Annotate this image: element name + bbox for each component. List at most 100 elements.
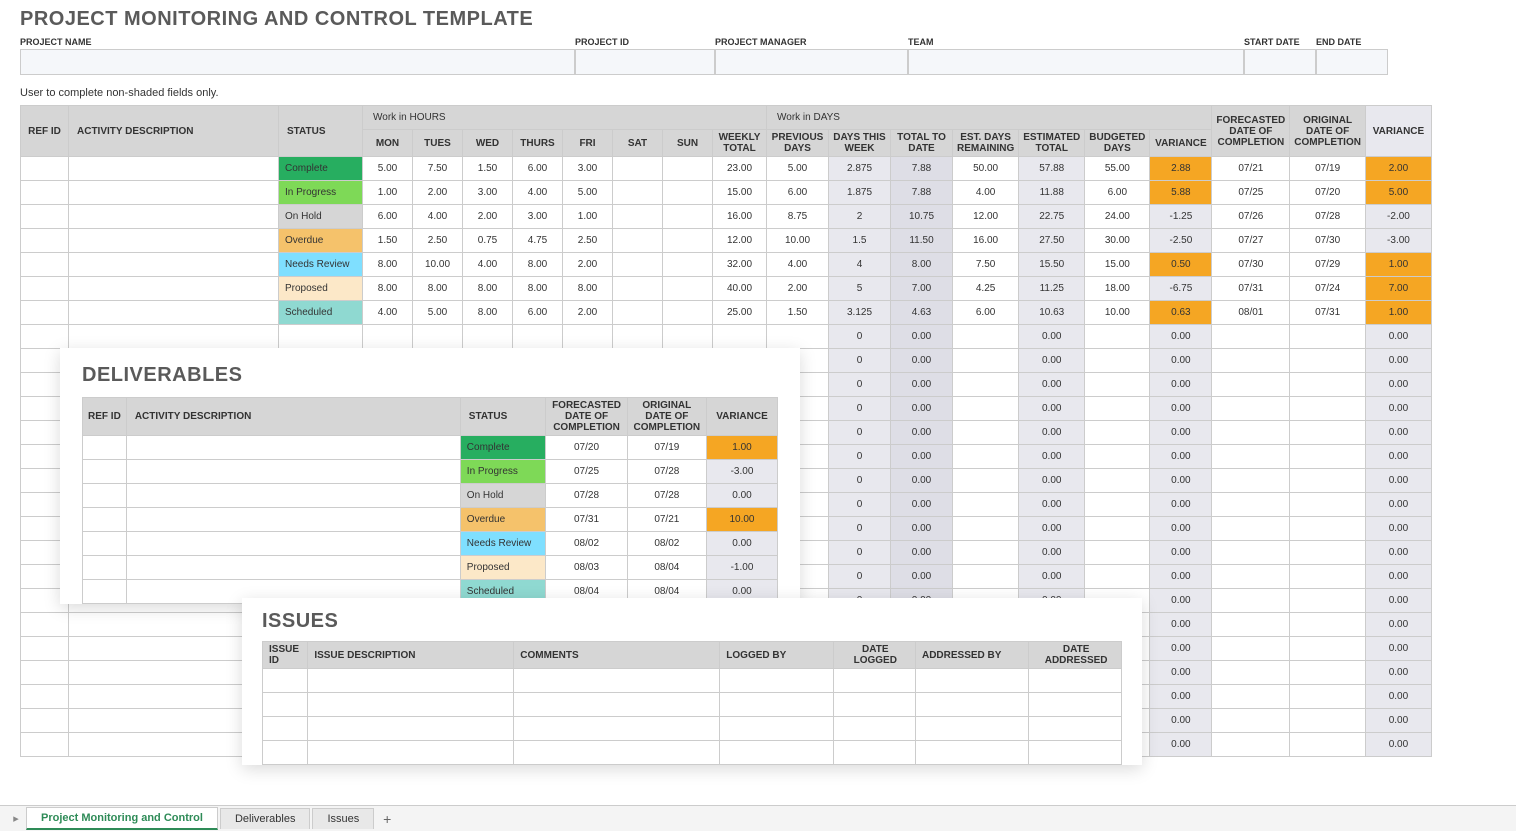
cell-fri[interactable]: 2.00: [563, 301, 613, 325]
cell-mon[interactable]: 8.00: [363, 253, 413, 277]
cell-thu[interactable]: 6.00: [513, 157, 563, 181]
cell-original[interactable]: [1290, 469, 1366, 493]
cell-prev-days[interactable]: 2.00: [767, 277, 829, 301]
cell-original[interactable]: [1290, 661, 1366, 685]
dcell-original[interactable]: 07/28: [627, 484, 706, 508]
cell-wed[interactable]: [463, 325, 513, 349]
cell-original[interactable]: 07/24: [1290, 277, 1366, 301]
cell-est-remain[interactable]: [953, 349, 1019, 373]
dcell-status[interactable]: On Hold: [460, 484, 546, 508]
icell-comm[interactable]: [514, 741, 720, 765]
cell-budgeted[interactable]: 18.00: [1085, 277, 1150, 301]
cell-budgeted[interactable]: 55.00: [1085, 157, 1150, 181]
cell-budgeted[interactable]: 30.00: [1085, 229, 1150, 253]
cell-mon[interactable]: 1.50: [363, 229, 413, 253]
cell-est-remain[interactable]: [953, 445, 1019, 469]
cell-tue[interactable]: 10.00: [413, 253, 463, 277]
cell-prev-days[interactable]: 1.50: [767, 301, 829, 325]
cell-forecast[interactable]: [1212, 709, 1290, 733]
cell-ref[interactable]: [21, 709, 69, 733]
icell-id[interactable]: [263, 717, 308, 741]
cell-budgeted[interactable]: 15.00: [1085, 253, 1150, 277]
dcell-original[interactable]: 07/21: [627, 508, 706, 532]
cell-original[interactable]: [1290, 709, 1366, 733]
cell-sat[interactable]: [613, 277, 663, 301]
cell-prev-days[interactable]: 10.00: [767, 229, 829, 253]
icell-date-logged[interactable]: [833, 717, 915, 741]
cell-sun[interactable]: [663, 277, 713, 301]
cell-sat[interactable]: [613, 205, 663, 229]
cell-fri[interactable]: 1.00: [563, 205, 613, 229]
cell-activity[interactable]: [69, 277, 279, 301]
cell-est-remain[interactable]: [953, 565, 1019, 589]
dcell-activity[interactable]: [126, 508, 460, 532]
cell-original[interactable]: [1290, 325, 1366, 349]
cell-forecast[interactable]: [1212, 613, 1290, 637]
cell-tue[interactable]: 5.00: [413, 301, 463, 325]
cell-forecast[interactable]: 07/31: [1212, 277, 1290, 301]
cell-budgeted[interactable]: [1085, 469, 1150, 493]
cell-ref[interactable]: [21, 229, 69, 253]
cell-ref[interactable]: [21, 181, 69, 205]
icell-date-addressed[interactable]: [1029, 693, 1122, 717]
cell-est-remain[interactable]: [953, 373, 1019, 397]
cell-budgeted[interactable]: [1085, 349, 1150, 373]
cell-sun[interactable]: [663, 325, 713, 349]
icell-addressed-by[interactable]: [915, 741, 1028, 765]
dcell-forecast[interactable]: 08/02: [546, 532, 627, 556]
cell-tue[interactable]: [413, 325, 463, 349]
cell-original[interactable]: [1290, 589, 1366, 613]
cell-activity[interactable]: [69, 301, 279, 325]
cell-status[interactable]: In Progress: [279, 181, 363, 205]
cell-thu[interactable]: [513, 325, 563, 349]
icell-desc[interactable]: [308, 741, 514, 765]
icell-logged-by[interactable]: [720, 741, 833, 765]
cell-ref[interactable]: [21, 205, 69, 229]
cell-budgeted[interactable]: [1085, 445, 1150, 469]
cell-sun[interactable]: [663, 229, 713, 253]
cell-prev-days[interactable]: 4.00: [767, 253, 829, 277]
cell-est-remain[interactable]: 50.00: [953, 157, 1019, 181]
cell-activity[interactable]: [69, 325, 279, 349]
cell-sun[interactable]: [663, 301, 713, 325]
input-project-name[interactable]: [20, 49, 575, 75]
cell-forecast[interactable]: 07/21: [1212, 157, 1290, 181]
cell-mon[interactable]: [363, 325, 413, 349]
cell-mon[interactable]: 8.00: [363, 277, 413, 301]
dcell-status[interactable]: Needs Review: [460, 532, 546, 556]
cell-forecast[interactable]: [1212, 589, 1290, 613]
cell-forecast[interactable]: [1212, 325, 1290, 349]
cell-est-remain[interactable]: 12.00: [953, 205, 1019, 229]
cell-fri[interactable]: 5.00: [563, 181, 613, 205]
cell-ref[interactable]: [21, 157, 69, 181]
cell-sun[interactable]: [663, 253, 713, 277]
cell-ref[interactable]: [21, 733, 69, 757]
cell-wed[interactable]: 8.00: [463, 301, 513, 325]
tab-issues[interactable]: Issues: [312, 808, 374, 829]
cell-est-remain[interactable]: 4.25: [953, 277, 1019, 301]
cell-original[interactable]: [1290, 613, 1366, 637]
icell-logged-by[interactable]: [720, 693, 833, 717]
cell-original[interactable]: [1290, 397, 1366, 421]
cell-prev-days[interactable]: [767, 325, 829, 349]
cell-tue[interactable]: 4.00: [413, 205, 463, 229]
icell-desc[interactable]: [308, 717, 514, 741]
cell-status[interactable]: Proposed: [279, 277, 363, 301]
cell-status[interactable]: [279, 325, 363, 349]
cell-forecast[interactable]: 07/27: [1212, 229, 1290, 253]
cell-ref[interactable]: [21, 325, 69, 349]
cell-tue[interactable]: 8.00: [413, 277, 463, 301]
cell-forecast[interactable]: 07/30: [1212, 253, 1290, 277]
cell-fri[interactable]: 8.00: [563, 277, 613, 301]
cell-ref[interactable]: [21, 613, 69, 637]
cell-mon[interactable]: 4.00: [363, 301, 413, 325]
dcell-status[interactable]: Complete: [460, 436, 546, 460]
cell-fri[interactable]: 2.50: [563, 229, 613, 253]
cell-forecast[interactable]: 08/01: [1212, 301, 1290, 325]
dcell-original[interactable]: 08/04: [627, 556, 706, 580]
cell-forecast[interactable]: [1212, 421, 1290, 445]
cell-activity[interactable]: [69, 157, 279, 181]
dcell-forecast[interactable]: 07/25: [546, 460, 627, 484]
cell-ref[interactable]: [21, 637, 69, 661]
cell-fri[interactable]: 2.00: [563, 253, 613, 277]
